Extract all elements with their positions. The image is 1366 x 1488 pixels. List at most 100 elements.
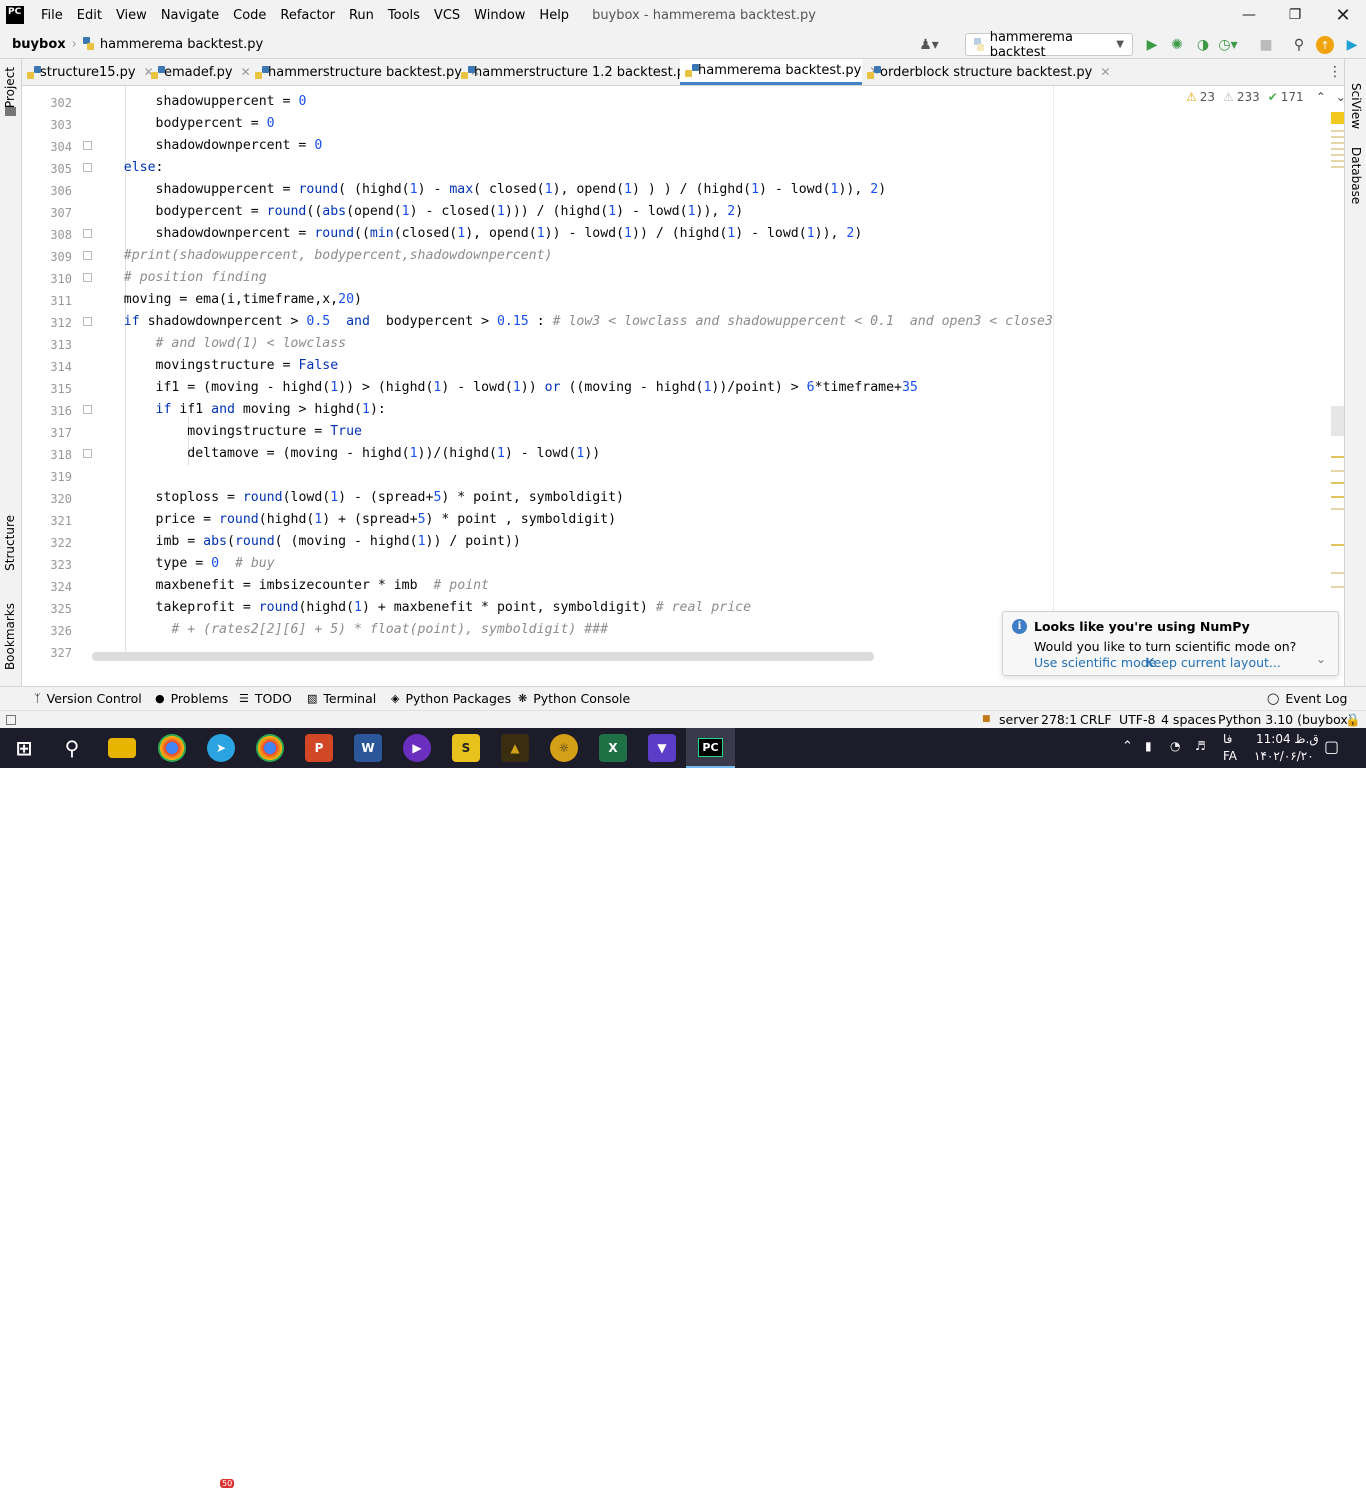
bookmarks-tool-tab[interactable]: Bookmarks xyxy=(3,603,17,670)
menu-edit[interactable]: Edit xyxy=(70,8,109,23)
windows-start-icon[interactable]: ⊞ xyxy=(10,734,38,762)
tab-structure15[interactable]: structure15.py ✕ xyxy=(22,59,154,85)
use-scientific-mode-link[interactable]: Use scientific mode xyxy=(1034,655,1156,670)
horizontal-scrollbar[interactable] xyxy=(92,652,874,661)
code-editor[interactable]: shadowuppercent = 0 bodypercent = 0 shad… xyxy=(92,86,1330,652)
trading-app-icon[interactable]: ☼ xyxy=(550,734,578,762)
inspection-widget[interactable]: ⚠ 23 ⚠ 233 ✔ 171 ⌃ ⌄ xyxy=(1186,90,1346,104)
battery-icon[interactable]: ▮ xyxy=(1145,739,1152,753)
fold-marker-icon[interactable] xyxy=(83,273,92,282)
error-stripe[interactable] xyxy=(1330,86,1344,660)
menu-help[interactable]: Help xyxy=(532,8,576,23)
notes-app-icon[interactable]: S xyxy=(452,734,480,762)
database-tool-tab[interactable]: Database xyxy=(1349,147,1363,204)
word-icon[interactable]: W xyxy=(354,734,382,762)
powerpoint-icon[interactable]: P xyxy=(305,734,333,762)
project-tool-tab[interactable]: Project xyxy=(3,67,17,108)
menu-view[interactable]: View xyxy=(109,8,154,23)
problems-tab[interactable]: ● Problems xyxy=(155,691,228,706)
event-log-tab[interactable]: ◯ Event Log xyxy=(1267,691,1347,706)
fold-marker-icon[interactable] xyxy=(83,229,92,238)
close-icon[interactable]: ✕ xyxy=(1100,65,1110,79)
menu-run[interactable]: Run xyxy=(342,8,381,23)
minimize-button[interactable]: — xyxy=(1226,0,1272,30)
keep-current-layout-link[interactable]: Keep current layout... xyxy=(1146,655,1281,670)
menu-code[interactable]: Code xyxy=(226,8,273,23)
fold-marker-icon[interactable] xyxy=(83,163,92,172)
notification-center-icon[interactable]: ▢ xyxy=(1324,737,1339,756)
clock-time[interactable]: 11:04 ق.ظ xyxy=(1256,732,1319,746)
run-icon[interactable]: ▶ xyxy=(1143,36,1161,54)
profile-icon[interactable]: ◷▾ xyxy=(1218,36,1237,54)
update-icon[interactable]: ↑ xyxy=(1316,36,1334,54)
sciview-tool-tab[interactable]: SciView xyxy=(1349,83,1363,129)
terminal-tab[interactable]: ▧ Terminal xyxy=(307,691,376,706)
jetbrains-icon[interactable]: ▶ xyxy=(1343,36,1361,54)
tab-hammerstructure-1-2-backtest[interactable]: hammerstructure 1.2 backtest.py✕ xyxy=(456,59,711,85)
indent-setting[interactable]: 4 spaces xyxy=(1161,712,1216,727)
structure-tool-tab[interactable]: Structure xyxy=(3,515,17,571)
breadcrumb-project[interactable]: buybox xyxy=(12,37,66,52)
language-script[interactable]: فا xyxy=(1223,732,1232,746)
close-window-button[interactable]: ✕ xyxy=(1320,0,1366,30)
coverage-icon[interactable]: ◑ xyxy=(1194,36,1212,54)
python-console-tab[interactable]: ❋ Python Console xyxy=(518,691,630,706)
menu-navigate[interactable]: Navigate xyxy=(154,8,226,23)
layout-toggle-icon[interactable] xyxy=(6,715,16,725)
volume-icon[interactable]: ♬ xyxy=(1195,739,1206,753)
vpn-icon[interactable]: ▼ xyxy=(648,734,676,762)
lock-icon[interactable]: 🔒 xyxy=(1345,712,1361,728)
more-tabs-icon[interactable]: ⋮ xyxy=(1328,64,1342,80)
tab-hammerstructure-backtest[interactable]: hammerstructure backtest.py ✕ xyxy=(250,59,480,85)
clock-date[interactable]: ۱۴۰۲/۰۶/۲۰ xyxy=(1254,749,1314,763)
metatrader-icon[interactable]: ▲ xyxy=(501,734,529,762)
stripe-mark xyxy=(1331,456,1344,458)
language-indicator[interactable]: FA xyxy=(1223,749,1237,763)
menu-vcs[interactable]: VCS xyxy=(427,8,467,23)
tab-emadef[interactable]: emadef.py ✕ xyxy=(146,59,251,85)
file-encoding[interactable]: UTF-8 xyxy=(1119,712,1155,727)
run-configuration-select[interactable]: hammerema backtest ▼ xyxy=(965,30,1133,60)
search-icon[interactable]: ⚲ xyxy=(58,734,86,762)
todo-tab[interactable]: ☰ TODO xyxy=(239,691,292,706)
menu-refactor[interactable]: Refactor xyxy=(273,8,342,23)
menu-window[interactable]: Window xyxy=(467,8,532,23)
telegram-icon[interactable]: ➤ xyxy=(207,734,235,762)
expand-chevron-icon[interactable]: ⌄ xyxy=(1316,652,1326,666)
deployment-server[interactable]: server xyxy=(999,712,1039,727)
python-console-icon: ❋ xyxy=(518,692,528,705)
fold-marker-icon[interactable] xyxy=(83,317,92,326)
chevron-up-icon[interactable]: ⌃ xyxy=(1316,90,1326,104)
stop-icon[interactable]: ■ xyxy=(1257,36,1275,54)
pycharm-taskbar-icon[interactable]: PC xyxy=(686,728,735,768)
tool-label: Problems xyxy=(170,691,229,706)
tray-chevron-up-icon[interactable]: ⌃ xyxy=(1122,739,1133,754)
line-separator[interactable]: CRLF xyxy=(1080,712,1112,727)
excel-icon[interactable]: X xyxy=(599,734,627,762)
debug-icon[interactable]: ✺ xyxy=(1168,36,1186,54)
fold-marker-icon[interactable] xyxy=(83,251,92,260)
pycharm-glyph-icon: PC xyxy=(698,737,723,757)
python-interpreter[interactable]: Python 3.10 (buybox) xyxy=(1218,712,1353,727)
file-explorer-icon[interactable] xyxy=(108,738,136,758)
menu-file[interactable]: File xyxy=(34,8,70,23)
menu-tools[interactable]: Tools xyxy=(381,8,427,23)
user-account-icon[interactable]: ♟▾ xyxy=(919,36,939,54)
tool-label: Event Log xyxy=(1285,691,1348,706)
breadcrumb-file[interactable]: hammerema backtest.py xyxy=(82,36,263,52)
fold-marker-icon[interactable] xyxy=(83,449,92,458)
wifi-icon[interactable]: ◔ xyxy=(1170,739,1180,753)
fold-marker-icon[interactable] xyxy=(83,141,92,150)
fold-marker-icon[interactable] xyxy=(83,405,92,414)
chrome-icon[interactable] xyxy=(158,734,186,762)
scroll-thumb[interactable] xyxy=(1331,406,1344,436)
caret-position[interactable]: 278:1 xyxy=(1041,712,1077,727)
tab-orderblock-structure-backtest[interactable]: orderblock structure backtest.py ✕ xyxy=(862,59,1110,85)
tab-hammerema-backtest[interactable]: hammerema backtest.py ✕ xyxy=(680,59,879,85)
media-player-icon[interactable]: ▶ xyxy=(403,734,431,762)
restore-button[interactable]: ❐ xyxy=(1272,0,1318,30)
chrome-profile-icon[interactable] xyxy=(256,734,284,762)
search-icon[interactable]: ⚲ xyxy=(1290,36,1308,54)
version-control-tab[interactable]: ᛉ Version Control xyxy=(34,691,142,706)
python-packages-tab[interactable]: ◈ Python Packages xyxy=(391,691,511,706)
